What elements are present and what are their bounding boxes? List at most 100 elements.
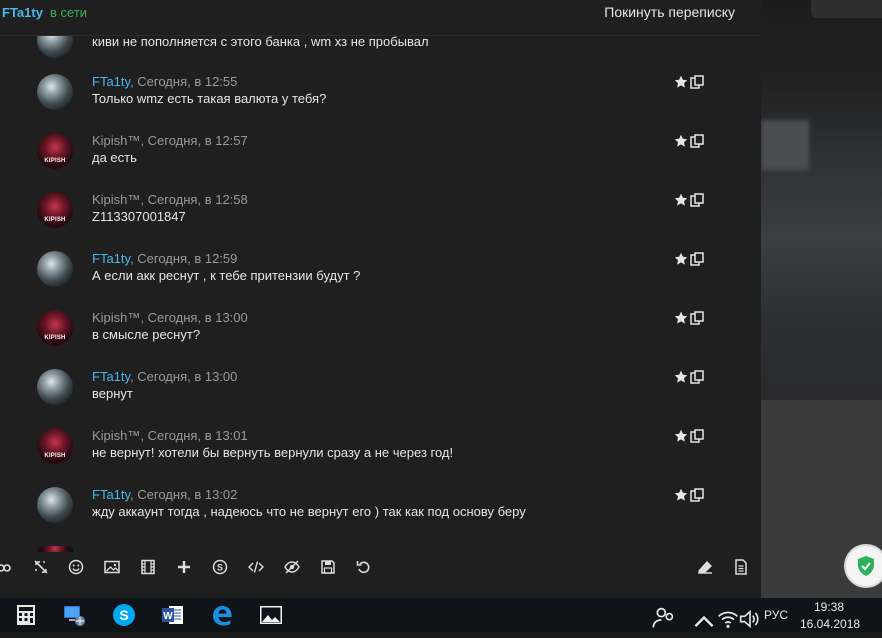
- photos-icon[interactable]: [259, 603, 283, 627]
- quote-icon[interactable]: [690, 193, 704, 207]
- message-item: FTa1ty, Сегодня, в 13:00 вернут: [0, 369, 761, 428]
- message-text: да есть: [92, 150, 137, 165]
- message-time: , Сегодня, в 13:00: [130, 369, 238, 384]
- message-meta: FTa1ty, Сегодня, в 13:00: [92, 369, 237, 384]
- message-author[interactable]: FTa1ty: [92, 74, 130, 89]
- message-author[interactable]: FTa1ty: [92, 487, 130, 502]
- star-icon[interactable]: [674, 429, 688, 443]
- message-tools: [674, 429, 706, 443]
- message-time: , Сегодня, в 13:00: [140, 310, 248, 325]
- message-item: KIPISH Kipish™, Сегодня, в 13:01 не верн…: [0, 428, 761, 487]
- contact-name[interactable]: FTa1ty: [2, 5, 43, 20]
- message-author[interactable]: FTa1ty: [92, 251, 130, 266]
- avatar[interactable]: [37, 251, 73, 287]
- background-pane: [761, 0, 882, 598]
- message-text: в смысле реснут?: [92, 327, 201, 342]
- message-author[interactable]: Kipish™: [92, 428, 140, 443]
- message-time: , Сегодня, в 12:57: [140, 133, 248, 148]
- word-icon[interactable]: W: [161, 603, 185, 627]
- unlink-icon[interactable]: [33, 559, 49, 575]
- star-icon[interactable]: [674, 370, 688, 384]
- star-icon[interactable]: [674, 134, 688, 148]
- star-icon[interactable]: [674, 75, 688, 89]
- message-item: KIPISH Kipish™, Сегодня, в 12:57 да есть: [0, 133, 761, 192]
- save-icon[interactable]: [320, 559, 336, 575]
- message-tools: [674, 134, 706, 148]
- message-time: , Сегодня, в 12:59: [130, 251, 238, 266]
- quote-icon[interactable]: [690, 488, 704, 502]
- quote-icon[interactable]: [690, 134, 704, 148]
- chat-header: FTa1ty в сети Покинуть переписку: [0, 0, 761, 36]
- message-text: киви не пополняется с этого банка , wm х…: [92, 34, 429, 49]
- avatar[interactable]: KIPISH: [37, 428, 73, 464]
- security-shield-icon[interactable]: [846, 546, 882, 586]
- code-icon[interactable]: [248, 559, 264, 575]
- keyboard-language[interactable]: РУС: [764, 608, 788, 622]
- skype-icon[interactable]: S: [112, 603, 136, 627]
- message-time: , Сегодня, в 13:01: [140, 428, 248, 443]
- message-item: KIPISH Kipish™, Сегодня, в 13:00 в смысл…: [0, 310, 761, 369]
- quote-icon[interactable]: [690, 252, 704, 266]
- contact-status: в сети: [50, 5, 88, 20]
- smiley-icon[interactable]: [68, 559, 84, 575]
- quote-icon[interactable]: [690, 429, 704, 443]
- avatar-caption: KIPISH: [44, 335, 66, 341]
- edge-icon[interactable]: [210, 603, 234, 627]
- clock-date[interactable]: 16.04.2018: [800, 617, 860, 631]
- message-author[interactable]: Kipish™: [92, 310, 140, 325]
- star-icon[interactable]: [674, 252, 688, 266]
- link-icon[interactable]: [0, 559, 12, 575]
- message-text: жду аккаунт тогда , надеюсь что не верну…: [92, 504, 526, 519]
- hide-icon[interactable]: [284, 559, 300, 575]
- message-tools: [674, 311, 706, 325]
- avatar-caption: KIPISH: [44, 453, 66, 459]
- message-item: FTa1ty, Сегодня, в 12:59 А если акк ресн…: [0, 251, 761, 310]
- message-tools: [674, 193, 706, 207]
- avatar-caption: KIPISH: [44, 158, 66, 164]
- quote-icon[interactable]: [690, 75, 704, 89]
- message-meta: Kipish™, Сегодня, в 12:58: [92, 192, 248, 207]
- skype-icon[interactable]: S: [212, 559, 228, 575]
- avatar[interactable]: KIPISH: [37, 310, 73, 346]
- wifi-icon[interactable]: [716, 607, 738, 628]
- message-item: FTa1ty, Сегодня, в 13:02 жду аккаунт тог…: [0, 487, 761, 546]
- calculator-icon[interactable]: [14, 603, 38, 627]
- avatar[interactable]: [37, 74, 73, 110]
- message-tools: [674, 75, 706, 89]
- chat-window: киви не пополняется с этого банка , wm х…: [0, 0, 761, 598]
- star-icon[interactable]: [674, 311, 688, 325]
- windows-taskbar: S W РУС 19:38 16.04.2018: [0, 598, 882, 632]
- star-icon[interactable]: [674, 193, 688, 207]
- message-tools: [674, 488, 706, 502]
- star-icon[interactable]: [674, 488, 688, 502]
- message-text: не вернут! хотели бы вернуть вернули сра…: [92, 445, 454, 460]
- message-meta: FTa1ty, Сегодня, в 13:02: [92, 487, 237, 502]
- image-icon[interactable]: [104, 559, 120, 575]
- avatar[interactable]: KIPISH: [37, 133, 73, 169]
- eraser-icon[interactable]: [697, 559, 713, 575]
- message-author[interactable]: Kipish™: [92, 133, 140, 148]
- message-item: KIPISH Kipish™, Сегодня, в 12:58 Z113307…: [0, 192, 761, 251]
- plus-icon[interactable]: [176, 559, 192, 575]
- media-icon[interactable]: [140, 559, 156, 575]
- svg-text:W: W: [163, 611, 173, 622]
- message-meta: FTa1ty, Сегодня, в 12:59: [92, 251, 237, 266]
- chevron-up-icon[interactable]: [692, 609, 714, 627]
- quote-icon[interactable]: [690, 311, 704, 325]
- avatar[interactable]: [37, 369, 73, 405]
- undo-icon[interactable]: [356, 559, 372, 575]
- quote-icon[interactable]: [690, 370, 704, 384]
- people-icon[interactable]: [652, 606, 674, 628]
- clock-time[interactable]: 19:38: [814, 600, 844, 614]
- message-author[interactable]: FTa1ty: [92, 369, 130, 384]
- avatar[interactable]: [37, 487, 73, 523]
- avatar[interactable]: KIPISH: [37, 192, 73, 228]
- message-author[interactable]: Kipish™: [92, 192, 140, 207]
- avatar-caption: KIPISH: [44, 217, 66, 223]
- volume-icon[interactable]: [738, 607, 759, 629]
- svg-text:S: S: [217, 563, 223, 573]
- leave-conversation-button[interactable]: Покинуть переписку: [604, 4, 735, 20]
- document-icon[interactable]: [733, 559, 749, 575]
- network-icon[interactable]: [62, 603, 86, 627]
- message-time: , Сегодня, в 13:02: [130, 487, 238, 502]
